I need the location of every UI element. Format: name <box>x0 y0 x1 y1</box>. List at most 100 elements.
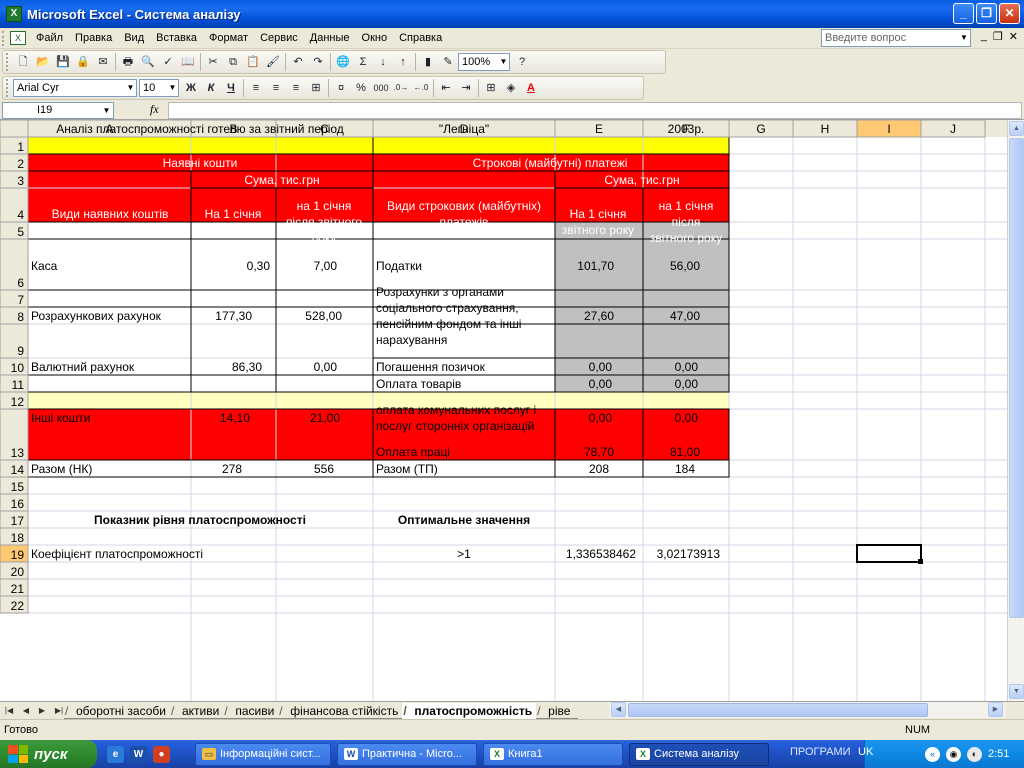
permission-icon[interactable]: 🔒 <box>73 52 93 72</box>
network-icon[interactable]: ◐ <box>967 746 982 762</box>
font-size-select[interactable]: 10 ▼ <box>139 79 179 97</box>
grid-canvas[interactable]: A B C D E F G H I J123456789101112131415161718192… <box>0 120 1007 701</box>
decrease-decimal-icon[interactable]: ←.0 <box>411 78 431 98</box>
scroll-left-icon[interactable]: ◀ <box>611 702 626 717</box>
last-sheet-icon[interactable]: ▶| <box>55 706 63 715</box>
horizontal-scrollbar[interactable]: ◀ ▶ <box>610 702 1006 718</box>
zoom-select[interactable]: 100% ▼ <box>458 53 510 71</box>
drawing-icon[interactable]: ✎ <box>438 52 458 72</box>
increase-decimal-icon[interactable]: .0→ <box>391 78 411 98</box>
sort-ascending-icon[interactable]: ↓ <box>373 52 393 72</box>
chevron-down-icon[interactable]: ▼ <box>958 30 970 46</box>
task-analysis-system[interactable]: X Система аналізу <box>629 742 769 766</box>
menu-tools[interactable]: Сервис <box>254 29 304 48</box>
workbook-minimize-icon[interactable]: _ <box>981 30 987 43</box>
currency-icon[interactable]: ¤ <box>331 78 351 98</box>
bold-button[interactable]: Ж <box>181 78 201 98</box>
underline-button[interactable]: Ч <box>221 78 241 98</box>
tray-expand-icon[interactable]: « <box>925 746 940 762</box>
undo-icon[interactable]: ↶ <box>288 52 308 72</box>
cut-icon[interactable]: ✂ <box>203 52 223 72</box>
hyperlink-icon[interactable]: 🌐 <box>333 52 353 72</box>
menu-edit[interactable]: Правка <box>69 29 118 48</box>
font-name-select[interactable]: Arial Cyr ▼ <box>13 79 137 97</box>
menu-grip[interactable] <box>2 30 7 46</box>
excel-icon[interactable]: X <box>6 6 22 22</box>
print-preview-icon[interactable]: 🔍 <box>138 52 158 72</box>
align-center-icon[interactable]: ≡ <box>266 78 286 98</box>
task-book1[interactable]: X Книга1 <box>483 742 623 766</box>
align-left-icon[interactable]: ≡ <box>246 78 266 98</box>
print-icon[interactable]: 🖶 <box>118 52 138 72</box>
fx-icon[interactable]: fx <box>150 102 159 117</box>
menu-insert[interactable]: Вставка <box>150 29 203 48</box>
chevron-down-icon[interactable]: ▼ <box>498 54 509 70</box>
language-indicator[interactable]: UK <box>858 746 873 758</box>
sort-descending-icon[interactable]: ↑ <box>393 52 413 72</box>
chevron-down-icon[interactable]: ▼ <box>167 80 178 96</box>
research-icon[interactable]: 📖 <box>178 52 198 72</box>
word-icon[interactable]: W <box>130 745 147 763</box>
comma-style-icon[interactable]: 000 <box>371 78 391 98</box>
italic-button[interactable]: К <box>201 78 221 98</box>
panda-antivirus-icon[interactable]: ◉ <box>946 746 961 762</box>
new-icon[interactable]: 🗋 <box>13 52 33 72</box>
fill-color-icon[interactable]: ◈ <box>501 78 521 98</box>
tab-current-assets[interactable]: оборотні засоби <box>64 702 174 719</box>
autosum-icon[interactable]: Σ <box>353 52 373 72</box>
menu-file[interactable]: Файл <box>30 29 69 48</box>
save-icon[interactable]: 💾 <box>53 52 73 72</box>
chevron-down-icon[interactable]: ▼ <box>125 80 136 96</box>
help-icon[interactable]: ? <box>512 52 532 72</box>
internet-explorer-icon[interactable]: e <box>107 745 124 763</box>
name-box[interactable]: I19 ▼ <box>2 102 114 119</box>
decrease-indent-icon[interactable]: ⇤ <box>436 78 456 98</box>
chevron-down-icon[interactable]: ▼ <box>101 103 112 118</box>
tab-level[interactable]: ріве <box>536 702 579 719</box>
open-icon[interactable]: 📂 <box>33 52 53 72</box>
copy-icon[interactable]: ⧉ <box>223 52 243 72</box>
tab-financial-stability[interactable]: фінансова стійкість <box>278 702 407 719</box>
horizontal-scroll-thumb[interactable] <box>628 703 928 717</box>
workbook-close-icon[interactable]: ✕ <box>1009 30 1018 43</box>
programs-label[interactable]: ПРОГРАМИ <box>790 746 851 758</box>
format-painter-icon[interactable]: 🖌 <box>263 52 283 72</box>
menu-data[interactable]: Данные <box>304 29 356 48</box>
ask-question-input[interactable]: Введите вопрос ▼ <box>821 29 971 47</box>
first-sheet-icon[interactable]: |◀ <box>5 706 13 715</box>
borders-icon[interactable]: ⊞ <box>481 78 501 98</box>
spreadsheet-grid[interactable]: A B C D E F G H I J 1 2 3 4 5 6 7 8 9 10 11 12 13 14 15 16 17 18 19 2… <box>0 120 1024 701</box>
minimize-button[interactable]: _ <box>953 3 974 24</box>
tab-solvency[interactable]: платоспроможність <box>402 702 541 719</box>
scroll-thumb[interactable] <box>1009 138 1024 618</box>
start-button[interactable]: пуск <box>0 740 97 768</box>
font-color-button[interactable]: A <box>521 78 541 98</box>
toolbar-grip[interactable] <box>6 79 10 97</box>
menu-help[interactable]: Справка <box>393 29 448 48</box>
menu-view[interactable]: Вид <box>118 29 150 48</box>
align-right-icon[interactable]: ≡ <box>286 78 306 98</box>
scroll-up-icon[interactable]: ▲ <box>1009 121 1024 136</box>
tab-assets[interactable]: активи <box>170 702 228 719</box>
percent-icon[interactable]: % <box>351 78 371 98</box>
toolbar-grip[interactable] <box>6 53 10 71</box>
menu-window[interactable]: Окно <box>356 29 394 48</box>
merge-center-icon[interactable]: ⊞ <box>306 78 326 98</box>
email-icon[interactable]: ✉ <box>93 52 113 72</box>
formula-input[interactable] <box>168 102 1022 119</box>
prev-sheet-icon[interactable]: ◀ <box>23 706 29 715</box>
restore-button[interactable]: ❐ <box>976 3 997 24</box>
scroll-down-icon[interactable]: ▼ <box>1009 684 1024 699</box>
workbook-icon[interactable]: X <box>10 31 26 45</box>
redo-icon[interactable]: ↷ <box>308 52 328 72</box>
chart-wizard-icon[interactable]: ▮ <box>418 52 438 72</box>
close-button[interactable]: ✕ <box>999 3 1020 24</box>
tab-liabilities[interactable]: пасиви <box>223 702 283 719</box>
menu-format[interactable]: Формат <box>203 29 254 48</box>
paste-icon[interactable]: 📋 <box>243 52 263 72</box>
increase-indent-icon[interactable]: ⇥ <box>456 78 476 98</box>
vertical-scrollbar[interactable]: ▲ ▼ <box>1007 120 1024 701</box>
spelling-icon[interactable]: ✓ <box>158 52 178 72</box>
task-info-systems[interactable]: ▭ Інформаційні сист... <box>195 742 331 766</box>
task-practical[interactable]: W Практична - Micro... <box>337 742 477 766</box>
